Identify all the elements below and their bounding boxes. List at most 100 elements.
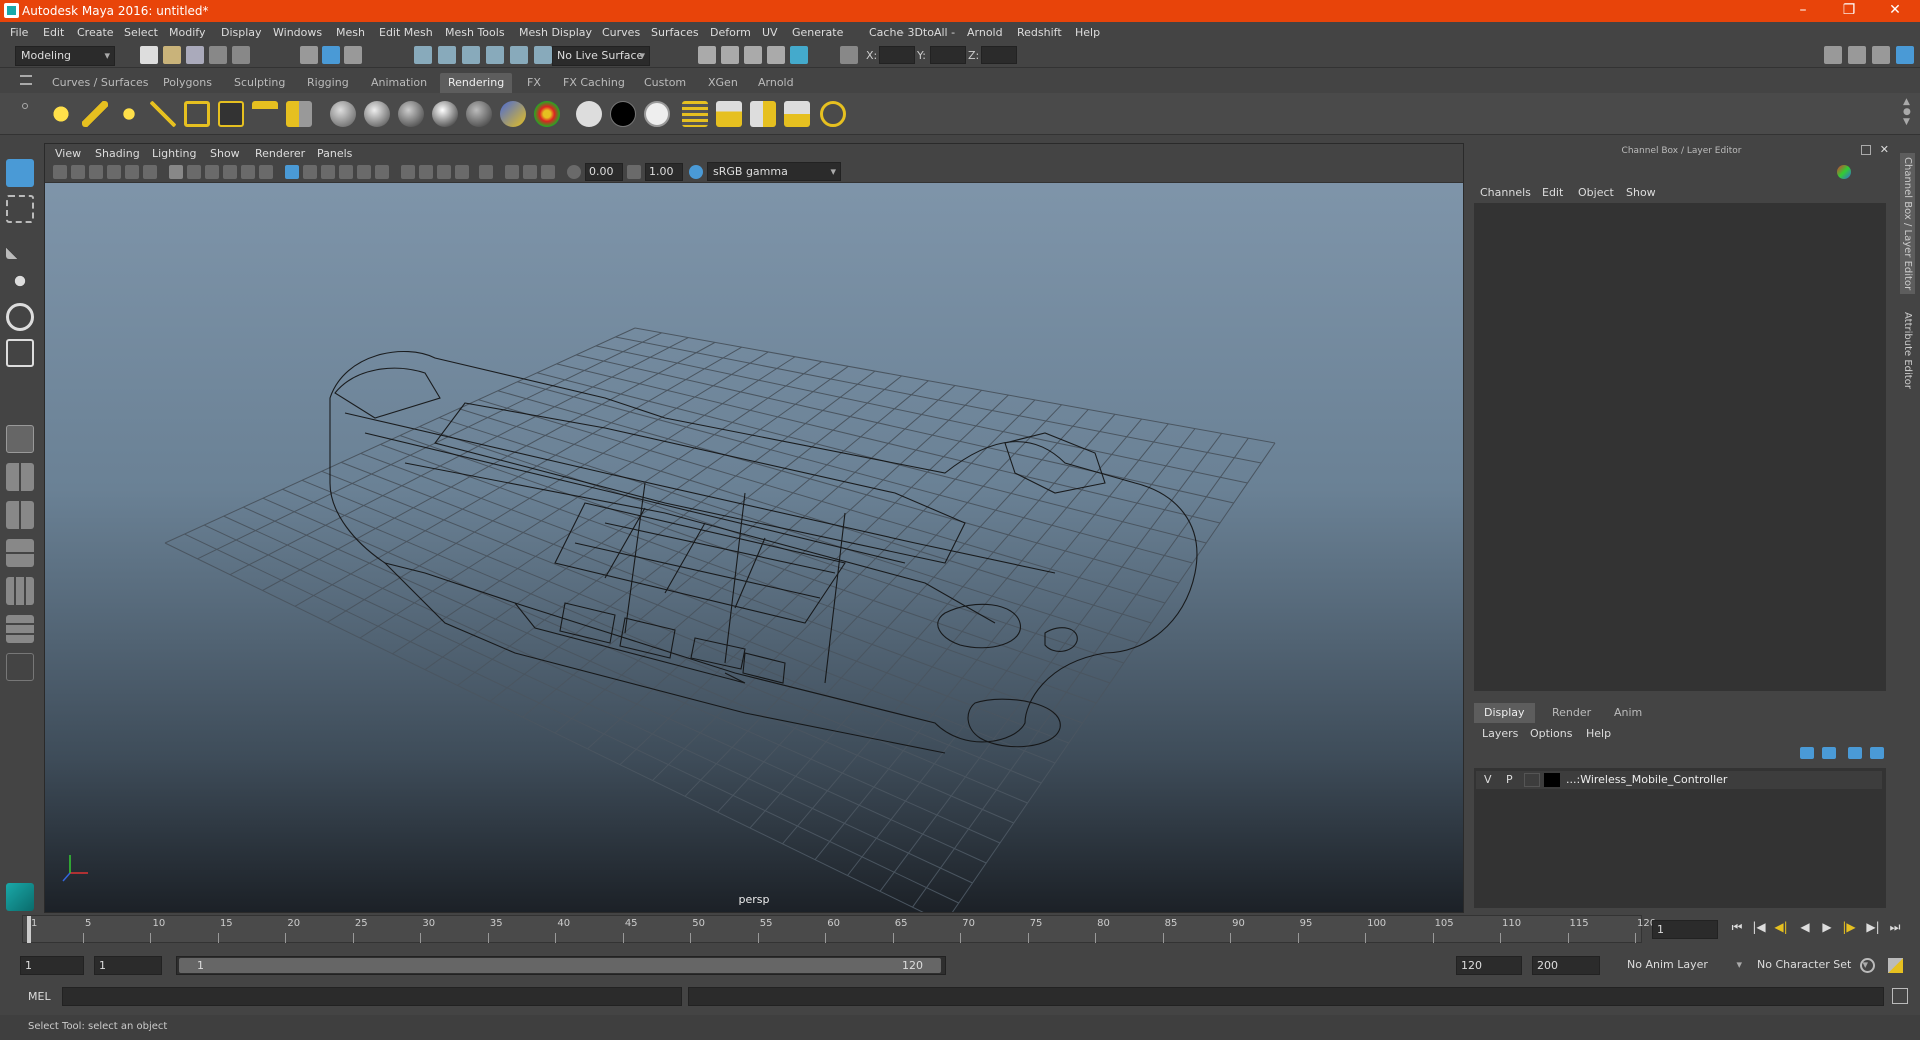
ambient-occlusion-icon[interactable]	[401, 165, 415, 179]
anim-end-field[interactable]: 200	[1532, 956, 1600, 975]
shader-ramp-icon[interactable]	[534, 101, 560, 127]
persp-outliner-layout-icon[interactable]	[6, 577, 34, 605]
z-field[interactable]	[981, 46, 1017, 64]
hypershade-icon[interactable]	[790, 46, 808, 64]
side-tab-attribute-editor[interactable]: Attribute Editor	[1900, 308, 1915, 393]
wireframe-on-shaded-icon[interactable]	[321, 165, 335, 179]
undo-icon[interactable]	[209, 46, 227, 64]
snap-curve-icon[interactable]	[438, 46, 456, 64]
wireframe-icon[interactable]	[285, 165, 299, 179]
auto-key-icon[interactable]	[1860, 958, 1875, 973]
batch-render-icon[interactable]	[716, 101, 742, 127]
shader-black-icon[interactable]	[610, 101, 636, 127]
shelf-tab-fx-caching[interactable]: FX Caching	[555, 73, 633, 93]
cmd-input[interactable]	[62, 987, 682, 1006]
range-handle[interactable]: 1 120	[179, 958, 941, 973]
color-space-dropdown[interactable]: sRGB gamma	[707, 162, 841, 181]
directional-light-icon[interactable]	[82, 101, 108, 127]
lasso-tool-icon[interactable]	[6, 195, 34, 223]
shelf-tab-arnold[interactable]: Arnold	[750, 73, 802, 93]
render-view-icon[interactable]	[698, 46, 716, 64]
depth-of-field-icon[interactable]	[455, 165, 469, 179]
restore-button[interactable]: ❐	[1826, 0, 1872, 22]
exposure-field[interactable]: 0.00	[585, 163, 623, 181]
menu-modify[interactable]: Modify	[169, 26, 205, 39]
step-back-key-icon[interactable]: |◀	[1752, 920, 1766, 934]
shader-lambert-icon[interactable]	[330, 101, 356, 127]
camera-aim-icon[interactable]	[286, 101, 312, 127]
mode-dropdown[interactable]: Modeling	[15, 46, 115, 66]
channel-box-icon[interactable]	[1896, 46, 1914, 64]
xray-icon[interactable]	[505, 165, 519, 179]
grease-pencil-icon[interactable]	[143, 165, 157, 179]
vp-menu-renderer[interactable]: Renderer	[255, 147, 305, 160]
volume-light-icon[interactable]	[218, 101, 244, 127]
layer-playback-toggle[interactable]: P	[1506, 773, 1513, 786]
shadows-icon[interactable]	[375, 165, 389, 179]
ipr-render-icon[interactable]	[744, 46, 762, 64]
tool-settings-icon[interactable]	[1872, 46, 1890, 64]
menu-uv[interactable]: UV	[762, 26, 778, 39]
cmd-language-label[interactable]: MEL	[28, 990, 51, 1003]
resolution-gate-icon[interactable]	[205, 165, 219, 179]
image-plane-icon[interactable]	[107, 165, 121, 179]
preferences-icon[interactable]	[1888, 958, 1903, 973]
exposure-icon[interactable]	[567, 165, 581, 179]
menu-create[interactable]: Create	[77, 26, 114, 39]
x-field[interactable]	[879, 46, 915, 64]
field-chart-icon[interactable]	[241, 165, 255, 179]
layer-row[interactable]: V P ...:Wireless_Mobile_Controller	[1476, 771, 1882, 789]
side-tab-channel-box[interactable]: Channel Box / Layer Editor	[1900, 153, 1915, 295]
menu-windows[interactable]: Windows	[273, 26, 322, 39]
go-to-end-icon[interactable]: ⏭	[1888, 920, 1902, 934]
shader-layered-icon[interactable]	[500, 101, 526, 127]
open-scene-icon[interactable]	[163, 46, 181, 64]
gamma-field[interactable]: 1.00	[645, 163, 683, 181]
close-panel-icon[interactable]: ✕	[1880, 143, 1889, 156]
y-field[interactable]	[930, 46, 966, 64]
area-light-icon[interactable]	[184, 101, 210, 127]
menu-cache[interactable]: Cache	[869, 26, 903, 39]
two-pane-layout-icon[interactable]	[6, 501, 34, 529]
vp-menu-view[interactable]: View	[55, 147, 81, 160]
shader-phonge-icon[interactable]	[432, 101, 458, 127]
render-layer-icon[interactable]	[682, 101, 708, 127]
minimize-button[interactable]: –	[1780, 0, 1826, 22]
tool-axis-icon[interactable]	[1837, 165, 1851, 179]
select-object-icon[interactable]	[322, 46, 340, 64]
menu-mesh-tools[interactable]: Mesh Tools	[445, 26, 505, 39]
grid-toggle-icon[interactable]	[169, 165, 183, 179]
outliner-layout-icon[interactable]	[6, 615, 34, 643]
gamma-icon[interactable]	[627, 165, 641, 179]
menu-mesh[interactable]: Mesh	[336, 26, 365, 39]
ambient-light-icon[interactable]	[48, 101, 74, 127]
layer-visibility-toggle[interactable]: V	[1484, 773, 1492, 786]
layer-menu-help[interactable]: Help	[1586, 727, 1611, 740]
menu-3dtoall[interactable]: - 3DtoAll -	[900, 26, 955, 39]
menu-help[interactable]: Help	[1075, 26, 1100, 39]
bookmark-icon[interactable]	[89, 165, 103, 179]
step-forward-key-icon[interactable]: ▶|	[1866, 920, 1880, 934]
magnet-icon[interactable]	[534, 46, 552, 64]
camera-select-icon[interactable]	[53, 165, 67, 179]
shelf-tab-custom[interactable]: Custom	[636, 73, 694, 93]
redo-icon[interactable]	[232, 46, 250, 64]
go-to-start-icon[interactable]: ⏮	[1730, 920, 1744, 934]
layer-tab-anim[interactable]: Anim	[1604, 703, 1652, 723]
character-set-dropdown[interactable]: No Character Set	[1752, 956, 1872, 975]
vp-menu-lighting[interactable]: Lighting	[152, 147, 196, 160]
new-scene-icon[interactable]	[140, 46, 158, 64]
motion-blur-icon[interactable]	[419, 165, 433, 179]
play-forward-icon[interactable]: ▶	[1820, 920, 1834, 934]
shader-phong-icon[interactable]	[398, 101, 424, 127]
vp-menu-shading[interactable]: Shading	[95, 147, 140, 160]
viewport-persp[interactable]: View Shading Lighting Show Renderer Pane…	[44, 143, 1464, 913]
smooth-shade-icon[interactable]	[303, 165, 317, 179]
shelf-tab-fx[interactable]: FX	[519, 73, 549, 93]
shelf-tab-rendering[interactable]: Rendering	[440, 73, 513, 93]
scale-tool-icon[interactable]	[6, 339, 34, 367]
snap-surface-icon[interactable]	[510, 46, 528, 64]
end-time-field[interactable]: 120	[1456, 956, 1522, 975]
cb-menu-edit[interactable]: Edit	[1542, 186, 1563, 199]
current-frame-field[interactable]: 1	[1652, 920, 1718, 939]
